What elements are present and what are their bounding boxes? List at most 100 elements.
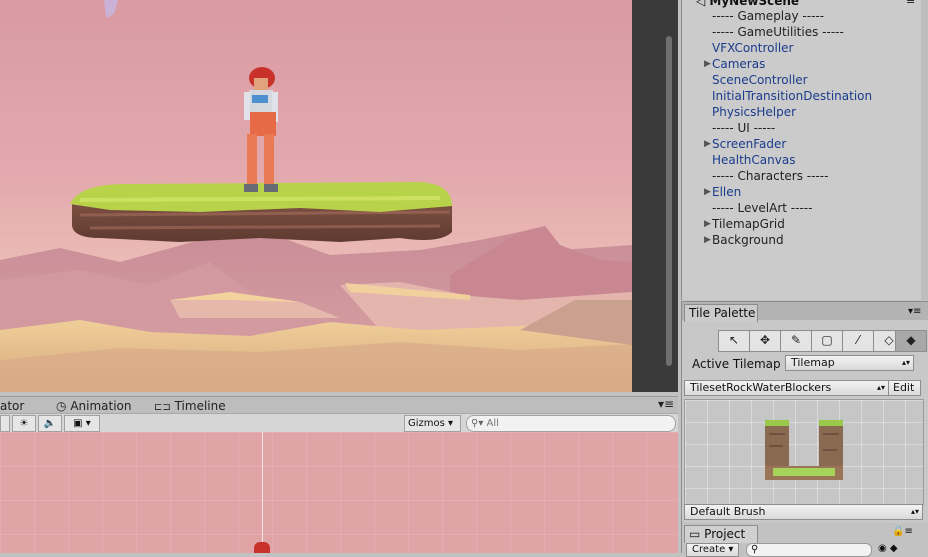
tile-palette-panel: Tile Palette ▾≡ ↖ ✥ ✎ ▢ ⁄ ◇ ◆ Active Til…	[681, 301, 928, 524]
hierarchy-row[interactable]: ▶ TilemapGrid	[704, 216, 785, 232]
audio-toggle[interactable]: 🔈	[38, 415, 62, 432]
filter-icon[interactable]: ◉ ◆	[878, 543, 898, 554]
scene-root-row[interactable]: ◁ MyNewScene	[696, 0, 799, 8]
expand-arrow-icon[interactable]: ▶	[704, 216, 711, 232]
hierarchy-row[interactable]: ▶ Ellen	[704, 184, 742, 200]
picker-tool-button[interactable]: ⁄	[842, 330, 874, 352]
updown-arrow-icon: ▴▾	[910, 507, 919, 516]
gizmos-label: Gizmos	[408, 418, 445, 429]
expand-arrow-icon[interactable]: ▶	[704, 136, 711, 152]
fill-tool-button[interactable]: ◆	[895, 330, 927, 352]
tab-animator[interactable]: ator	[0, 399, 24, 413]
palette-dropdown[interactable]: TilesetRockWaterBlockers ▴▾	[684, 380, 889, 396]
search-icon: ⚲	[751, 544, 759, 555]
hierarchy-row[interactable]: InitialTransitionDestination	[712, 88, 872, 104]
hierarchy-row-label: ----- GameUtilities -----	[712, 25, 844, 39]
scene-search-input[interactable]: ⚲▾ All	[466, 415, 676, 432]
box-fill-tool-button[interactable]: ▢	[811, 330, 843, 352]
active-tilemap-dropdown[interactable]: Tilemap ▴▾	[785, 355, 914, 371]
tab-project[interactable]: ▭ Project	[684, 525, 758, 543]
game-view[interactable]	[0, 0, 632, 392]
speaker-icon: 🔈	[43, 418, 57, 429]
brush-dropdown[interactable]: Default Brush ▴▾	[684, 504, 923, 520]
palette-grid[interactable]	[684, 399, 924, 505]
scroll-thumb[interactable]	[666, 36, 672, 366]
fill-icon: ◆	[906, 333, 916, 347]
hierarchy-row[interactable]: ----- UI -----	[712, 120, 775, 136]
tab-timeline[interactable]: ⊏⊐ Timeline	[154, 399, 226, 413]
scene-menu-icon[interactable]: ≡	[906, 0, 915, 7]
project-panel: ▭ Project 🔒≡ Create ▾ ⚲ ◉ ◆	[681, 523, 928, 557]
ellen-character	[244, 67, 278, 192]
rock-tiles-preview	[765, 420, 843, 480]
hierarchy-row-label: SceneController	[712, 73, 808, 87]
hierarchy-row-label: Cameras	[712, 57, 766, 71]
hierarchy-row[interactable]: VFXController	[712, 40, 794, 56]
brush-tool-button[interactable]: ✎	[780, 330, 812, 352]
expand-arrow-icon[interactable]: ▶	[704, 232, 711, 248]
hierarchy-row[interactable]: ----- GameUtilities -----	[712, 24, 844, 40]
tab-timeline-label: Timeline	[174, 399, 226, 413]
hierarchy-row[interactable]: ▶ ScreenFader	[704, 136, 787, 152]
move-icon: ✥	[759, 333, 771, 347]
hierarchy-row[interactable]: ----- Characters -----	[712, 168, 828, 184]
scene-camera-line	[262, 432, 263, 553]
create-label: Create	[692, 544, 726, 555]
hierarchy-row[interactable]: ----- Gameplay -----	[712, 8, 824, 24]
hierarchy-row-label: ----- LevelArt -----	[712, 201, 813, 215]
tab-tile-palette[interactable]: Tile Palette	[684, 304, 758, 322]
effects-dropdown[interactable]: ▣ ▾	[64, 415, 100, 432]
lock-icon[interactable]: 🔒≡	[892, 526, 913, 537]
hierarchy-row-label: ScreenFader	[712, 137, 787, 151]
hierarchy-row[interactable]: ----- LevelArt -----	[712, 200, 812, 216]
gizmos-dropdown[interactable]: Gizmos ▾	[404, 415, 461, 432]
scene-name-label: MyNewScene	[709, 0, 800, 8]
select-tool-button[interactable]: ↖	[718, 330, 750, 352]
project-search-input[interactable]: ⚲	[746, 543, 872, 557]
hierarchy-row-label: ----- Characters -----	[712, 169, 829, 183]
hierarchy-row[interactable]: PhysicsHelper	[712, 104, 796, 120]
game-view-scrollbar[interactable]	[632, 0, 678, 392]
game-scene-art	[0, 0, 632, 392]
palette-value: TilesetRockWaterBlockers	[690, 381, 832, 394]
hierarchy-row-label: PhysicsHelper	[712, 105, 797, 119]
image-icon: ▣ ▾	[73, 418, 91, 429]
ellen-head-scene	[254, 542, 270, 553]
clock-icon: ◷	[56, 399, 67, 413]
active-tilemap-label: Active Tilemap	[692, 357, 781, 371]
updown-arrow-icon: ▴▾	[876, 383, 885, 392]
tab-animation-label: Animation	[70, 399, 132, 413]
tab-animation[interactable]: ◷ Animation	[56, 399, 132, 413]
move-tool-button[interactable]: ✥	[749, 330, 781, 352]
expand-arrow-icon[interactable]: ▶	[704, 56, 711, 72]
hierarchy-row[interactable]: HealthCanvas	[712, 152, 795, 168]
hierarchy-row[interactable]: ▶ Cameras	[704, 56, 766, 72]
scene-view[interactable]	[0, 432, 678, 553]
brush-icon: ✎	[790, 333, 802, 347]
active-tilemap-value: Tilemap	[791, 356, 835, 369]
panel-menu-icon[interactable]: ▾≡	[658, 397, 674, 411]
unity-scene-icon: ◁	[696, 0, 706, 8]
hierarchy-panel: ◁ MyNewScene ≡ ----- Gameplay ----- -----…	[681, 0, 922, 300]
hierarchy-row-label: InitialTransitionDestination	[712, 89, 873, 103]
sun-icon: ☀	[19, 418, 29, 429]
hierarchy-row-label: ----- Gameplay -----	[712, 9, 825, 23]
hierarchy-row-label: HealthCanvas	[712, 153, 796, 167]
project-tab-label: Project	[704, 527, 746, 541]
hierarchy-scrollbar[interactable]	[921, 0, 928, 300]
hierarchy-row[interactable]: SceneController	[712, 72, 808, 88]
lighting-toggle[interactable]: ☀	[12, 415, 36, 432]
scene-toolbar: ☀ 🔈 ▣ ▾ Gizmos ▾ ⚲▾ All	[0, 413, 678, 433]
create-dropdown[interactable]: Create ▾	[686, 543, 739, 557]
brush-value: Default Brush	[690, 505, 766, 518]
picker-icon: ⁄	[856, 333, 859, 347]
hierarchy-row[interactable]: ▶ Background	[704, 232, 784, 248]
edit-palette-button[interactable]: Edit	[888, 380, 921, 396]
panel-menu-icon[interactable]: ▾≡	[908, 306, 921, 317]
hierarchy-row-label: ----- UI -----	[712, 121, 776, 135]
box-fill-icon: ▢	[821, 333, 833, 347]
expand-arrow-icon[interactable]: ▶	[704, 184, 711, 200]
hierarchy-row-label: Ellen	[712, 185, 742, 199]
search-placeholder: All	[486, 418, 499, 429]
toolbar-2d-button[interactable]	[0, 415, 10, 432]
